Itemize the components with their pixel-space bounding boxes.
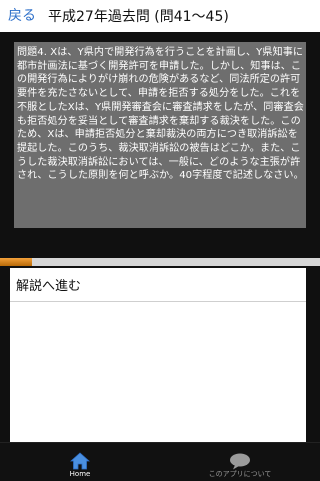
progress-fill: [0, 258, 32, 266]
tab-about-label: このアプリについて: [208, 470, 272, 478]
go-to-explanation-button[interactable]: 解説へ進む: [10, 272, 306, 302]
back-button[interactable]: 戻る: [0, 0, 42, 32]
question-text: 問題4. Xは、Y県内で開発行為を行うことを計画し、Y県知事に都市計画法に基づく…: [17, 47, 304, 182]
tab-bar: Home このアプリについて: [0, 442, 320, 481]
speech-bubble-icon: [230, 453, 250, 470]
tab-home[interactable]: Home: [0, 443, 160, 481]
home-icon: [70, 452, 90, 470]
question-panel: 問題4. Xは、Y県内で開発行為を行うことを計画し、Y県知事に都市計画法に基づく…: [14, 42, 306, 228]
main-content: 問題4. Xは、Y県内で開発行為を行うことを計画し、Y県知事に都市計画法に基づく…: [0, 32, 320, 444]
page-title: 平成27年過去問 (問41～45): [48, 9, 229, 25]
tab-about-app[interactable]: このアプリについて: [160, 443, 320, 481]
top-bar: 戻る 平成27年過去問 (問41～45): [0, 0, 320, 32]
tab-home-label: Home: [69, 470, 91, 478]
answer-panel: 解説へ進む: [10, 268, 306, 444]
progress-bar: [0, 258, 320, 266]
